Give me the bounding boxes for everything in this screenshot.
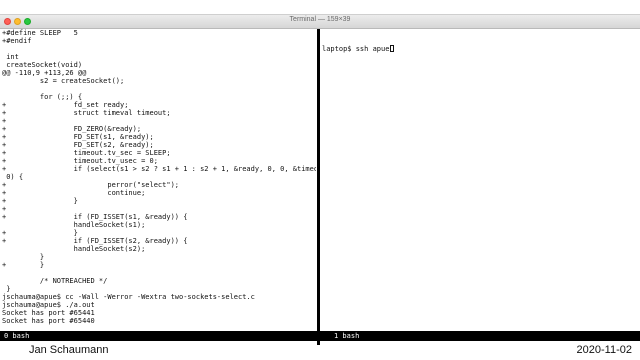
terminal-line: s2 = createSocket(); [2, 77, 125, 85]
title-bar: Terminal — 159×39 [0, 15, 640, 29]
terminal-line: + timeout.tv_sec = SLEEP; [2, 149, 171, 157]
terminal-line: + perror("select"); [2, 181, 180, 189]
terminal-line: + } [2, 197, 78, 205]
terminal-line: +#endif [2, 37, 32, 45]
terminal-line: } [2, 253, 45, 261]
window-title: Terminal — 159×39 [289, 16, 351, 23]
terminal-line: } [2, 285, 11, 293]
tmux-panes: +#define SLEEP 5 +#endif int createSocket… [0, 29, 640, 345]
terminal-line: 0) { [2, 173, 24, 181]
terminal-line: + continue; [2, 189, 146, 197]
terminal-line: createSocket(void) [2, 61, 83, 69]
terminal-line: Socket has port #65441 [2, 309, 95, 317]
terminal-line: jschauma@apue$ cc -Wall -Werror -Wextra … [2, 293, 255, 301]
left-terminal-pane[interactable]: +#define SLEEP 5 +#endif int createSocket… [2, 29, 316, 329]
shell-prompt: laptop$ ssh apue [322, 45, 390, 53]
terminal-line: /* NOTREACHED */ [2, 277, 108, 285]
cursor [390, 45, 395, 52]
terminal-line: + fd_set ready; [2, 101, 129, 109]
terminal-line: + timeout.tv_usec = 0; [2, 157, 158, 165]
slide-caption: Jan Schaumann 2020-11-02 [0, 340, 640, 360]
terminal-line: + [2, 205, 7, 213]
terminal-line: for (;;) { [2, 93, 83, 101]
right-terminal-pane[interactable]: laptop$ ssh apue [322, 29, 638, 329]
pane-divider[interactable] [317, 29, 320, 345]
terminal-line: + FD_SET(s1, &ready); [2, 133, 154, 141]
terminal-line: + FD_SET(s2, &ready); [2, 141, 154, 149]
terminal-window: Terminal — 159×39 +#define SLEEP 5 +#endi… [0, 14, 640, 345]
terminal-line: +#define SLEEP 5 [2, 29, 78, 37]
presentation-date: 2020-11-02 [576, 344, 632, 356]
terminal-line: + } [2, 229, 78, 237]
terminal-line: handleSocket(s2); [2, 245, 146, 253]
terminal-line: + FD_ZERO(&ready); [2, 125, 142, 133]
terminal-line: + if (select(s1 > s2 ? s1 + 1 : s2 + 1, … [2, 165, 316, 173]
terminal-line: Socket has port #65440 [2, 317, 95, 325]
terminal-line: + [2, 117, 7, 125]
terminal-line: + } [2, 261, 45, 269]
terminal-line: + if (FD_ISSET(s2, &ready)) { [2, 237, 188, 245]
terminal-line: laptop$ ssh apue [322, 45, 638, 53]
author-name: Jan Schaumann [29, 344, 109, 356]
terminal-line: jschauma@apue$ ./a.out [2, 301, 95, 309]
terminal-line: + struct timeval timeout; [2, 109, 171, 117]
terminal-line: + if (FD_ISSET(s1, &ready)) { [2, 213, 188, 221]
terminal-line: int [2, 53, 19, 61]
terminal-line: handleSocket(s1); [2, 221, 146, 229]
terminal-line: @@ -110,9 +113,26 @@ [2, 69, 87, 77]
